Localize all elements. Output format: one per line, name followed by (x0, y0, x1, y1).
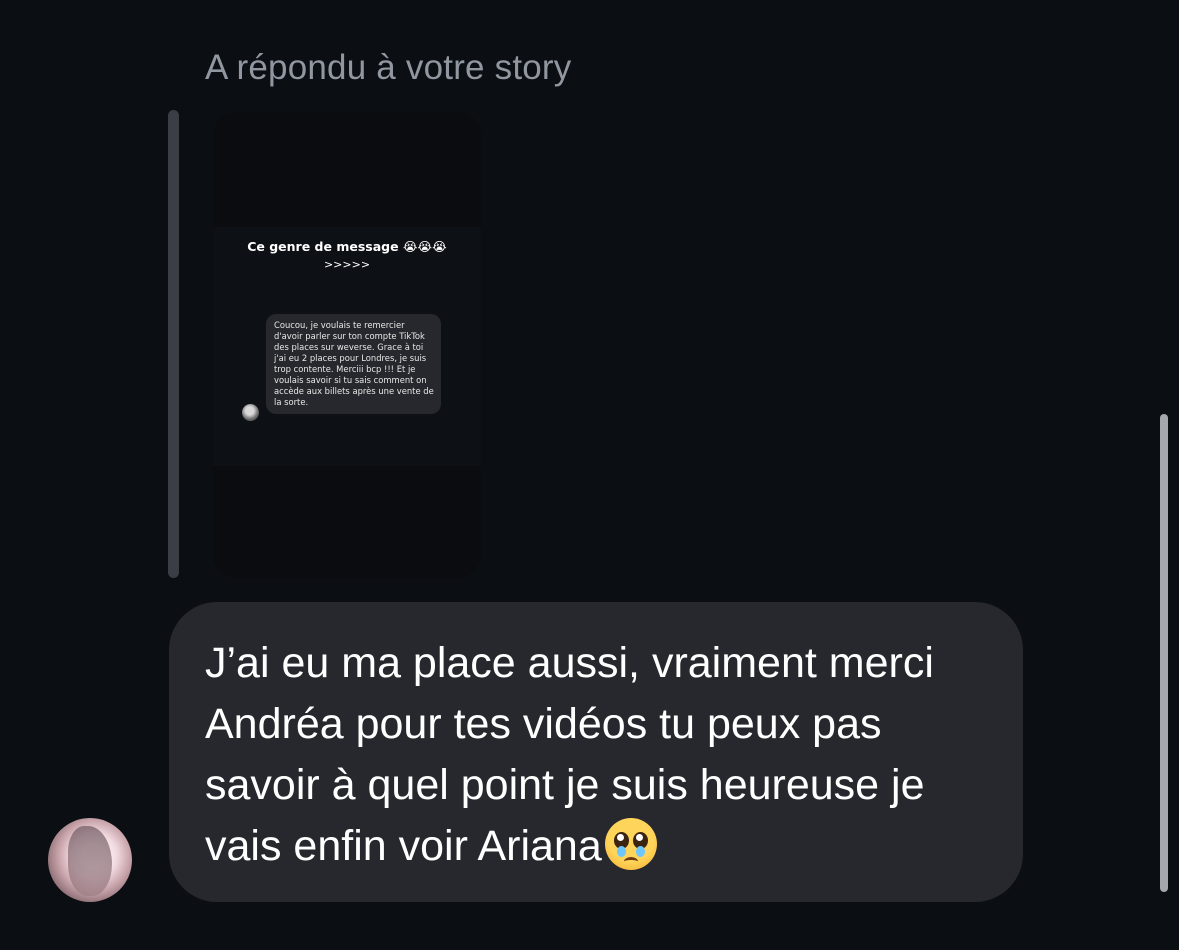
scrollbar[interactable] (1160, 414, 1168, 892)
story-bottom-band (213, 466, 481, 578)
quoted-message-bubble: Coucou, je voulais te remercier d'avoir … (266, 314, 441, 414)
quote-bar (168, 110, 179, 578)
quoted-sender-avatar (242, 404, 259, 421)
story-reply-label: A répondu à votre story (205, 48, 572, 87)
pleading-face-icon (604, 818, 657, 870)
story-caption-line2: >>>>> (323, 258, 371, 271)
message-text: J’ai eu ma place aussi, vraiment merci A… (205, 639, 934, 870)
story-top-band (213, 112, 481, 227)
story-caption: Ce genre de message 😭😭😭 >>>>> (213, 238, 481, 274)
story-caption-line1: Ce genre de message 😭😭😭 (247, 239, 447, 254)
message-text-container: J’ai eu ma place aussi, vraiment merci A… (205, 633, 1005, 877)
story-preview[interactable]: Ce genre de message 😭😭😭 >>>>> Coucou, je… (213, 112, 481, 578)
sender-avatar[interactable] (48, 818, 132, 902)
